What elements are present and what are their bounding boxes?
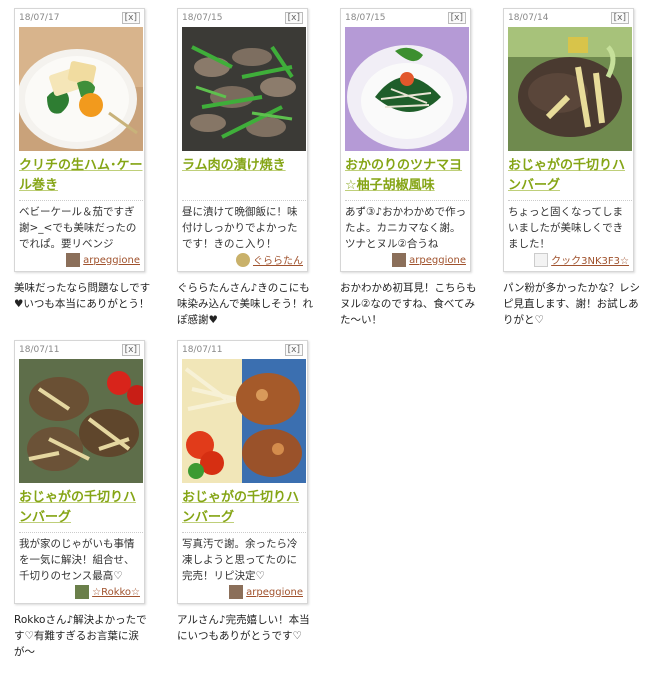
close-button[interactable]: [x] [121,344,140,356]
tsukurepo-cell: 18/07/15 [x] おかのりのツナマヨ☆柚子胡椒風味 あず③♪おかわかめで… [340,8,487,326]
divider [182,532,306,533]
report-message: ベビーケール＆茄ですぎ謝>_<でも美味だったのでれぱ。要リベンジ [19,206,137,250]
recipe-title-link[interactable]: クリチの生ハム･ケール巻き [19,156,143,196]
recipe-photo[interactable] [345,27,469,151]
author[interactable]: arpeggione [66,253,140,267]
divider [508,200,632,201]
report-date: 18/07/15 [345,13,386,23]
tsukurepo-card: 18/07/11 [x] おじゃがの千切りハンバーグ 我が家のじゃがいも事情を一… [14,340,145,604]
reply-text: 美味だったなら問題なしです♥いつも本当にありがとう！ [14,282,151,310]
recipe-title-link[interactable]: ラム肉の漬け焼き [182,156,306,176]
tsukurepo-cell: 18/07/15 [x] ラム肉の漬け焼き 昼に漬けて晩御飯に！味付けしっかりで… [177,8,324,326]
close-button[interactable]: [x] [284,344,303,356]
author[interactable]: arpeggione [229,585,303,599]
avatar [75,585,90,599]
author-name-link[interactable]: ☆Rokko☆ [92,587,140,598]
avatar [392,253,407,267]
tsukurepo-cell: 18/07/17 [x] クリチの生ハム･ケール巻き ベビーケール＆茄ですぎ謝>… [14,8,161,310]
author[interactable]: ぐららたん [236,252,303,267]
close-button[interactable]: [x] [447,12,466,24]
divider [19,532,143,533]
divider [19,200,143,201]
tsukurepo-card: 18/07/15 [x] ラム肉の漬け焼き 昼に漬けて晩御飯に！味付けしっかりで… [177,8,308,272]
report-message: 昼に漬けて晩御飯に！味付けしっかりでよかったです！きのこ入り！ [182,206,298,250]
recipe-photo[interactable] [182,27,306,151]
reply-text: Rokkoさん♪解決よかったです♡有難すぎるお言葉に涙が〜 [14,614,147,658]
author[interactable]: arpeggione [392,253,466,267]
report-message: 写真汚で謝。余ったら冷凍しようと思ってたのに完売！リピ決定♡ [182,538,298,582]
close-button[interactable]: [x] [284,12,303,24]
tsukurepo-cell: 18/07/11 [x] おじゃがの千切りハンバーグ 写真汚で謝。余ったら冷凍し… [177,340,324,642]
author-name-link[interactable]: arpeggione [409,255,466,266]
author-name-link[interactable]: ぐららたん [253,252,303,267]
reply-text: おかわかめ初耳見！こちらもヌル②なのですね、食べてみた〜い！ [340,282,477,326]
recipe-title-link[interactable]: おかのりのツナマヨ☆柚子胡椒風味 [345,156,469,196]
author[interactable]: クック3NK3F3☆ [534,252,629,267]
tsukurepo-card: 18/07/11 [x] おじゃがの千切りハンバーグ 写真汚で謝。余ったら冷凍し… [177,340,308,604]
report-message: ちょっと固くなってしまいましたが美味しくできました！ [508,206,624,250]
divider [182,200,306,201]
report-date: 18/07/17 [19,13,60,23]
report-message: 我が家のじゃがいも事情を一気に解決！組合せ、千切りのセンス最高♡ [19,538,135,582]
recipe-photo[interactable] [182,359,306,483]
avatar [229,585,244,599]
recipe-photo[interactable] [19,27,143,151]
report-message: あず③♪おかわかめで作ったよ。カニカマなく謝。ツナとヌル②合うね [345,206,467,250]
avatar [66,253,81,267]
recipe-title-link[interactable]: おじゃがの千切りハンバーグ [508,156,632,196]
author-name-link[interactable]: arpeggione [83,255,140,266]
close-button[interactable]: [x] [121,12,140,24]
chef-hat-icon [534,252,549,267]
tsukurepo-cell: 18/07/14 [x] おじゃがの千切りハンバーグ ちょっと固くなってしまいま… [503,8,650,326]
recipe-photo[interactable] [508,27,632,151]
divider [345,200,469,201]
report-date: 18/07/11 [19,345,60,355]
close-button[interactable]: [x] [610,12,629,24]
reply-text: アルさん♪完売嬉しい！本当にいつもありがとうです♡ [177,614,310,642]
author-name-link[interactable]: クック3NK3F3☆ [551,252,629,267]
recipe-photo[interactable] [19,359,143,483]
reply-text: ぐららたんさん♪きのこにも味染み込んで美味しそう！れぽ感謝♥ [177,282,313,326]
report-date: 18/07/14 [508,13,549,23]
recipe-title-link[interactable]: おじゃがの千切りハンバーグ [19,488,143,528]
tsukurepo-cell: 18/07/11 [x] おじゃがの千切りハンバーグ 我が家のじゃがいも事情を一… [14,340,161,658]
author-name-link[interactable]: arpeggione [246,587,303,598]
tsukurepo-card: 18/07/14 [x] おじゃがの千切りハンバーグ ちょっと固くなってしまいま… [503,8,634,272]
recipe-title-link[interactable]: おじゃがの千切りハンバーグ [182,488,306,528]
tsukurepo-card: 18/07/15 [x] おかのりのツナマヨ☆柚子胡椒風味 あず③♪おかわかめで… [340,8,471,272]
report-date: 18/07/15 [182,13,223,23]
report-date: 18/07/11 [182,345,223,355]
author[interactable]: ☆Rokko☆ [75,585,140,599]
tsukurepo-card: 18/07/17 [x] クリチの生ハム･ケール巻き ベビーケール＆茄ですぎ謝>… [14,8,145,272]
avatar [236,252,250,267]
reply-text: パン粉が多かったかな？レシピ見直します、謝！お試しありがと♡ [503,282,641,326]
